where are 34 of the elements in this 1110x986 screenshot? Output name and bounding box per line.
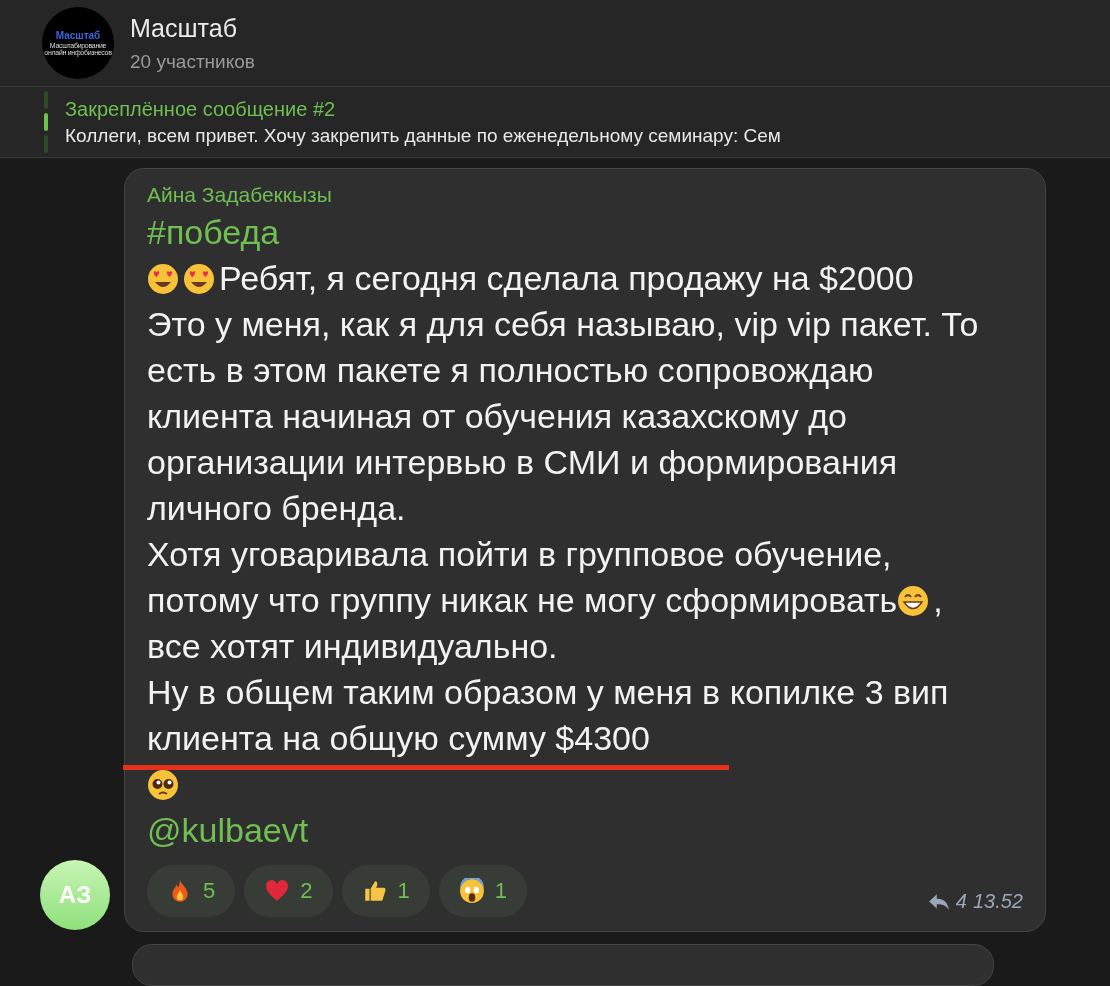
pinned-bar[interactable]: Закреплённое сообщение #2 Коллеги, всем привет. Хочу закрепить данные по еженедельному семинару: Сем (0, 87, 1110, 158)
message-text: клиента на общую сумму $4300 (147, 719, 650, 757)
message-text: организации интервью в СМИ и формирования (147, 443, 898, 481)
message-text: Хотя уговаривала пойти в групповое обучение, (147, 535, 892, 573)
message-text: все хотят индивидуально. (147, 627, 558, 665)
logo-text: Масштаб (55, 29, 101, 41)
message-time: 13.52 (972, 890, 1023, 913)
grinning-face-icon (897, 585, 930, 617)
reply-icon (927, 892, 950, 911)
reaction-button[interactable]: 1 (341, 865, 430, 917)
member-count: 20 участников (130, 50, 255, 73)
message-text: Ну в общем таким образом у меня в копилке 3 вип (147, 673, 949, 711)
author-name[interactable]: Айна Задабеккызы (147, 183, 1023, 207)
heart-eyes-face-icon (183, 263, 215, 295)
reaction-button[interactable]: 5 (147, 865, 236, 917)
reply-count: 4 (955, 890, 967, 913)
reaction-button[interactable]: 2 (244, 865, 333, 917)
pin-indicator-icon (43, 91, 49, 154)
chat-title: Масштаб (130, 13, 238, 43)
reaction-button[interactable]: 1 (438, 865, 527, 917)
message-link[interactable]: #победа (147, 213, 280, 251)
pinned-text: Коллеги, всем привет. Хочу закрепить данные по еженедельному семинару: Сем (65, 124, 781, 147)
message-link[interactable]: @kulbaevt (147, 811, 309, 849)
message-text: , (933, 581, 943, 619)
message-text: потому что группу никак не могу сформировать (147, 581, 898, 619)
message-text: клиента начиная от обучения казахскому до (147, 397, 847, 435)
message-text: Это у меня, как я для себя называю, vip vip пакет. То (147, 305, 979, 343)
screaming-face-icon (458, 878, 485, 904)
message-text: есть в этом пакете я полностью сопровождаю (147, 351, 874, 389)
message-text: личного бренда. (147, 489, 406, 527)
pinned-title: Закреплённое сообщение #2 (65, 97, 337, 121)
pleading-face-icon (147, 769, 179, 801)
heart-eyes-face-icon (147, 263, 179, 295)
message-text: Ребят, я сегодня сделала продажу на $2000 (219, 259, 914, 297)
